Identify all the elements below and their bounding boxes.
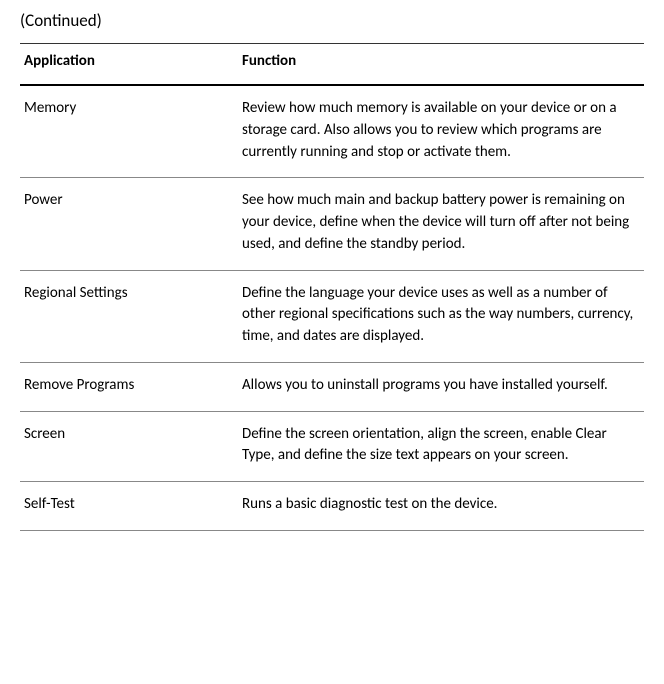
table-row: Memory Review how much memory is availab… xyxy=(20,85,644,178)
cell-application: Memory xyxy=(20,85,238,178)
table-row: Regional Settings Define the language yo… xyxy=(20,270,644,362)
applications-table: Application Function Memory Review how m… xyxy=(20,43,644,531)
table-row: Self-Test Runs a basic diagnostic test o… xyxy=(20,482,644,531)
table-row: Remove Programs Allows you to uninstall … xyxy=(20,362,644,411)
cell-application: Regional Settings xyxy=(20,270,238,362)
cell-function: Define the language your device uses as … xyxy=(238,270,644,362)
cell-function: Allows you to uninstall programs you hav… xyxy=(238,362,644,411)
cell-application: Self-Test xyxy=(20,482,238,531)
cell-application: Screen xyxy=(20,411,238,482)
continued-label: (Continued) xyxy=(20,10,644,31)
cell-function: Runs a basic diagnostic test on the devi… xyxy=(238,482,644,531)
cell-function: See how much main and backup battery pow… xyxy=(238,178,644,270)
header-function: Function xyxy=(238,44,644,86)
cell-application: Remove Programs xyxy=(20,362,238,411)
cell-function: Define the screen orientation, align the… xyxy=(238,411,644,482)
header-application: Application xyxy=(20,44,238,86)
table-row: Power See how much main and backup batte… xyxy=(20,178,644,270)
cell-function: Review how much memory is available on y… xyxy=(238,85,644,178)
table-row: Screen Define the screen orientation, al… xyxy=(20,411,644,482)
cell-application: Power xyxy=(20,178,238,270)
table-header-row: Application Function xyxy=(20,44,644,86)
